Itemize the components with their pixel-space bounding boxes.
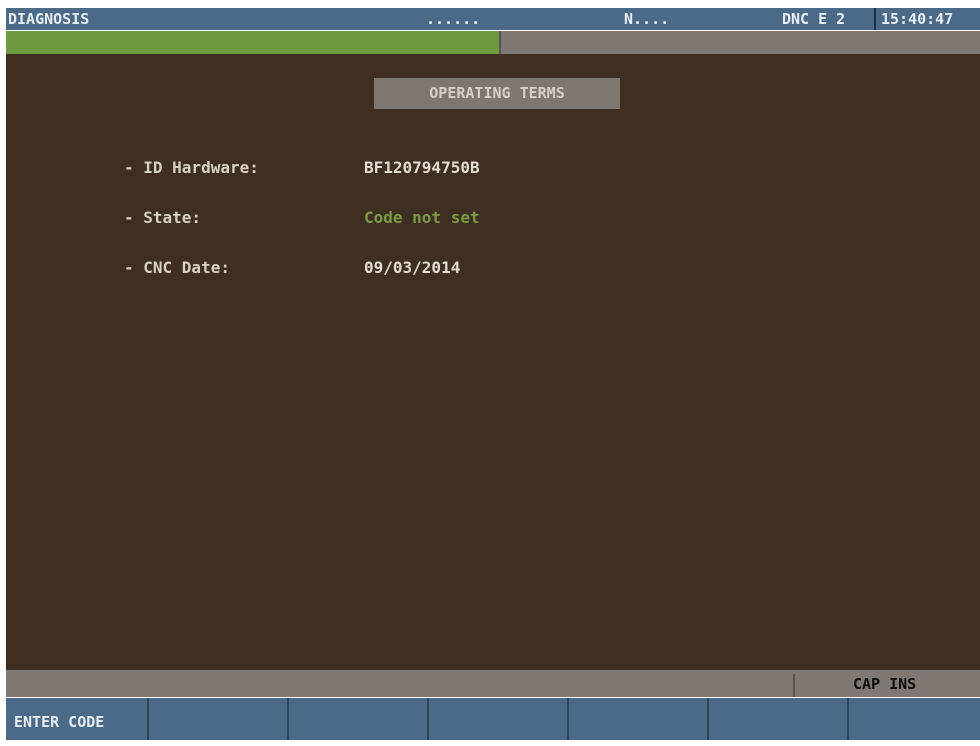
- keyboard-mode: CAP INS: [853, 675, 917, 693]
- main-panel: OPERATING TERMS - ID Hardware: BF1207947…: [6, 54, 980, 670]
- clock: 15:40:47: [881, 10, 954, 28]
- status-bar: CAP INS: [6, 670, 980, 697]
- softkey-7[interactable]: [847, 698, 980, 740]
- state-value: Code not set: [364, 208, 480, 227]
- id-hardware-label: - ID Hardware:: [124, 158, 259, 177]
- header-bar: DIAGNOSIS ...... N.... DNC E 2 15:40:47: [6, 8, 980, 30]
- program-number: N....: [624, 10, 670, 28]
- cnc-screen: DIAGNOSIS ...... N.... DNC E 2 15:40:47 …: [0, 0, 980, 740]
- softkey-4[interactable]: [427, 698, 567, 740]
- softkey-6[interactable]: [707, 698, 847, 740]
- progress-fill: [6, 31, 499, 54]
- page-title: OPERATING TERMS: [374, 78, 620, 109]
- header-divider: [874, 8, 876, 30]
- mode-title: DIAGNOSIS: [8, 10, 90, 28]
- progress-tick: [499, 31, 501, 54]
- progress-bar: [6, 31, 980, 54]
- softkey-bar: ENTER CODE: [6, 698, 980, 740]
- softkey-enter-code[interactable]: ENTER CODE: [6, 698, 147, 740]
- softkey-2[interactable]: [147, 698, 287, 740]
- program-dots: ......: [426, 10, 481, 28]
- dnc-status: DNC E 2: [782, 10, 846, 28]
- state-label: - State:: [124, 208, 202, 227]
- softkey-5[interactable]: [567, 698, 707, 740]
- cnc-date-value: 09/03/2014: [364, 258, 461, 277]
- cnc-date-label: - CNC Date:: [124, 258, 230, 277]
- softkey-3[interactable]: [287, 698, 427, 740]
- status-divider: [793, 674, 795, 697]
- id-hardware-value: BF120794750B: [364, 158, 480, 177]
